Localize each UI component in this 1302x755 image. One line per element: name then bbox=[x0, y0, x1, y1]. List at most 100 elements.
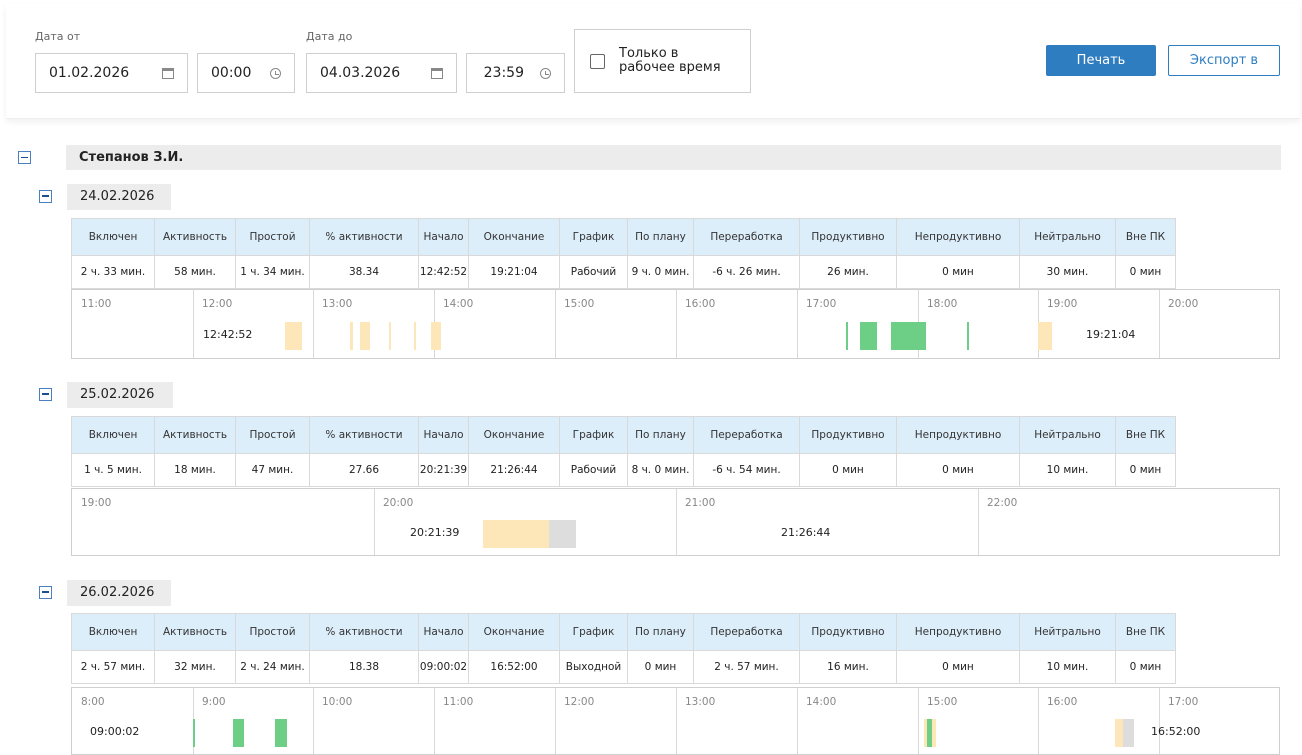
timeline-hour-label: 21:00 bbox=[685, 497, 716, 509]
table-cell: 0 мин bbox=[1115, 453, 1176, 487]
time-from-input[interactable]: 00:00 bbox=[197, 53, 295, 93]
timeline-hour-label: 19:00 bbox=[1047, 298, 1078, 310]
timeline-hour-label: 17:00 bbox=[806, 298, 837, 310]
column-header: Продуктивно bbox=[799, 613, 897, 651]
activity-segment-idle[interactable] bbox=[389, 322, 392, 350]
table-cell: 20:21:39 bbox=[418, 453, 469, 487]
work-time-only-label-line1: Только в bbox=[619, 46, 679, 61]
column-header: Нейтрально bbox=[1019, 416, 1116, 454]
table-cell: 2 ч. 24 мин. bbox=[235, 650, 310, 684]
activity-segment-idle[interactable] bbox=[350, 322, 353, 350]
column-header: Активность bbox=[154, 218, 236, 256]
column-header: Нейтрально bbox=[1019, 218, 1116, 256]
timeline-hour-label: 11:00 bbox=[81, 298, 112, 310]
timeline-hour-label: 20:00 bbox=[383, 497, 414, 509]
activity-segment-active[interactable] bbox=[275, 719, 288, 747]
timeline-hour-label: 20:00 bbox=[1168, 298, 1199, 310]
timeline-hour-label: 12:00 bbox=[564, 696, 595, 708]
table-cell: 9 ч. 0 мин. bbox=[627, 255, 694, 289]
table-cell: 12:42:52 bbox=[418, 255, 469, 289]
timeline-hour-label: 10:00 bbox=[322, 696, 353, 708]
activity-segment-idle[interactable] bbox=[414, 322, 417, 350]
time-to-input[interactable]: 23:59 bbox=[466, 53, 565, 93]
column-header: Переработка bbox=[693, 218, 800, 256]
collapse-person-icon[interactable] bbox=[18, 151, 31, 164]
day-stats-table: Включен Активность Простой% активности Нача… bbox=[71, 613, 1176, 684]
calendar-icon[interactable] bbox=[161, 66, 175, 80]
timeline-hour-label: 14:00 bbox=[806, 696, 837, 708]
column-header: Окончание bbox=[468, 416, 560, 454]
timeline-hour-cell bbox=[978, 489, 1280, 555]
table-row: 2 ч. 57 мин. 32 мин. 2 ч. 24 мин. 18.38 09:0… bbox=[71, 650, 1176, 684]
table-cell: 47 мин. bbox=[235, 453, 310, 487]
column-header: График bbox=[559, 416, 628, 454]
activity-segment-active[interactable] bbox=[846, 322, 849, 350]
work-time-only-checkbox[interactable] bbox=[590, 54, 605, 69]
activity-segment-active[interactable] bbox=[859, 322, 877, 350]
column-header: График bbox=[559, 218, 628, 256]
collapse-day-icon[interactable] bbox=[39, 190, 52, 203]
table-cell: 32 мин. bbox=[154, 650, 236, 684]
work-time-only-toggle[interactable]: Только в рабочее время bbox=[574, 29, 751, 93]
print-button[interactable]: Печать bbox=[1046, 45, 1156, 76]
table-row: 2 ч. 33 мин. 58 мин. 1 ч. 34 мин. 38.34 12:4… bbox=[71, 255, 1176, 289]
timeline-hour-label: 8:00 bbox=[81, 696, 105, 708]
session-end-time: 19:21:04 bbox=[1086, 328, 1136, 341]
day-date: 24.02.2026 bbox=[67, 184, 171, 210]
timeline-hour-label: 15:00 bbox=[564, 298, 595, 310]
column-header: % активности bbox=[309, 613, 419, 651]
calendar-icon[interactable] bbox=[430, 66, 444, 80]
day-date: 26.02.2026 bbox=[67, 580, 171, 606]
activity-segment-idle[interactable] bbox=[482, 520, 550, 548]
column-header: Непродуктивно bbox=[896, 613, 1020, 651]
person-name: Степанов З.И. bbox=[66, 145, 1281, 170]
collapse-day-icon[interactable] bbox=[39, 586, 52, 599]
table-cell: 10 мин. bbox=[1019, 650, 1116, 684]
table-cell: Рабочий bbox=[559, 255, 628, 289]
timeline-hour-label: 14:00 bbox=[443, 298, 474, 310]
table-cell: 8 ч. 0 мин. bbox=[627, 453, 694, 487]
activity-segment-idle[interactable] bbox=[932, 719, 936, 747]
activity-segment-idle[interactable] bbox=[294, 322, 302, 350]
column-header: Активность bbox=[154, 416, 236, 454]
day-stats-table: Включен Активность Простой% активности Нача… bbox=[71, 416, 1176, 487]
table-cell: -6 ч. 54 мин. bbox=[693, 453, 800, 487]
timeline-hour-label: 19:00 bbox=[81, 497, 112, 509]
time-to-value: 23:59 bbox=[483, 65, 524, 81]
activity-segment-idle[interactable] bbox=[431, 322, 442, 350]
clock-icon[interactable] bbox=[268, 66, 282, 80]
table-cell: 0 мин bbox=[1115, 650, 1176, 684]
column-header: Вне ПК bbox=[1115, 416, 1176, 454]
table-cell: 1 ч. 5 мин. bbox=[71, 453, 155, 487]
table-cell: 0 мин bbox=[1115, 255, 1176, 289]
table-header-row: Включен Активность Простой% активности Нача… bbox=[71, 613, 1176, 651]
activity-segment-neutral[interactable] bbox=[1123, 719, 1135, 747]
table-header-row: Включен Активность Простой% активности Нача… bbox=[71, 416, 1176, 454]
export-button[interactable]: Экспорт в bbox=[1168, 45, 1280, 76]
activity-segment-active[interactable] bbox=[232, 719, 244, 747]
column-header: Переработка bbox=[693, 416, 800, 454]
activity-segment-idle[interactable] bbox=[1115, 719, 1124, 747]
table-row: 1 ч. 5 мин. 18 мин. 47 мин. 27.66 20:21:39 21… bbox=[71, 453, 1176, 487]
column-header: Начало bbox=[418, 613, 469, 651]
date-to-input[interactable]: 04.03.2026 bbox=[306, 53, 457, 93]
collapse-day-icon[interactable] bbox=[39, 388, 52, 401]
activity-segment-idle[interactable] bbox=[1037, 322, 1053, 350]
activity-segment-neutral[interactable] bbox=[549, 520, 577, 548]
day-timeline: 19:00 20:00 21:00 22:00 20:21:39 21:26:44 bbox=[71, 488, 1280, 556]
clock-icon[interactable] bbox=[538, 66, 552, 80]
column-header: По плану bbox=[627, 218, 694, 256]
column-header: Продуктивно bbox=[799, 218, 897, 256]
column-header: График bbox=[559, 613, 628, 651]
date-from-input[interactable]: 01.02.2026 bbox=[35, 53, 188, 93]
activity-segment-active[interactable] bbox=[967, 322, 970, 350]
column-header: Непродуктивно bbox=[896, 218, 1020, 256]
activity-segment-active[interactable] bbox=[193, 719, 195, 747]
timeline-hour-label: 12:00 bbox=[202, 298, 233, 310]
column-header: По плану bbox=[627, 416, 694, 454]
activity-segment-idle[interactable] bbox=[284, 322, 295, 350]
timeline-hour-label: 17:00 bbox=[1168, 696, 1199, 708]
work-time-only-label-line2: рабочее время bbox=[619, 60, 721, 75]
activity-segment-active[interactable] bbox=[891, 322, 927, 350]
activity-segment-idle[interactable] bbox=[359, 322, 370, 350]
